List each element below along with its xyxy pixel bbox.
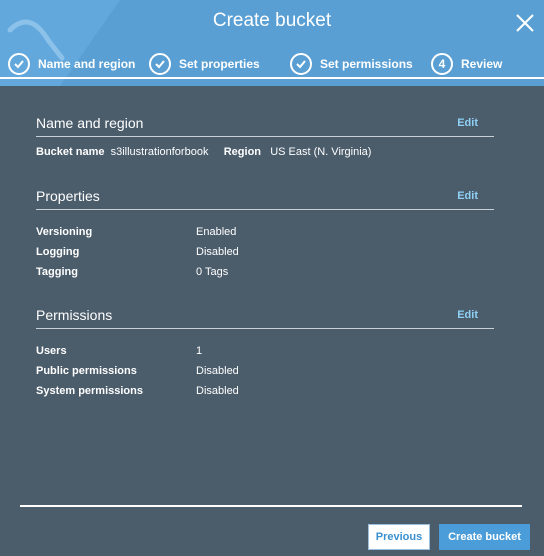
properties-section: Properties Edit Versioning Enabled Loggi… (36, 188, 494, 282)
section-title: Name and region (36, 115, 144, 131)
edit-name-region-link[interactable]: Edit (457, 117, 478, 129)
permission-key: Users (36, 345, 67, 357)
region-value: US East (N. Virginia) (270, 146, 372, 158)
permission-value: Disabled (196, 365, 239, 377)
property-value: Disabled (196, 246, 239, 258)
step-review[interactable]: 4 Review (431, 50, 502, 78)
property-key: Tagging (36, 266, 78, 278)
step-label: Name and region (38, 57, 136, 71)
section-header: Properties Edit (36, 188, 494, 210)
create-bucket-button[interactable]: Create bucket (439, 524, 530, 550)
step-label: Set permissions (320, 57, 413, 71)
dialog-header: Create bucket Name and region Set proper… (0, 0, 544, 86)
footer-divider (20, 505, 522, 507)
step-label: Review (461, 57, 503, 71)
section-title: Properties (36, 188, 100, 204)
step-set-permissions[interactable]: Set permissions (290, 50, 413, 78)
check-icon (290, 53, 312, 75)
edit-permissions-link[interactable]: Edit (457, 309, 478, 321)
step-label: Set properties (179, 57, 260, 71)
property-key: Logging (36, 246, 80, 258)
property-key: Versioning (36, 226, 93, 238)
check-icon (149, 53, 171, 75)
permission-row: Users 1 (36, 341, 494, 361)
permission-value: 1 (196, 345, 203, 357)
permission-key: Public permissions (36, 365, 137, 377)
property-value: 0 Tags (196, 266, 229, 278)
step-number: 4 (431, 53, 453, 75)
permission-value: Disabled (196, 385, 239, 397)
wizard-steps: Name and region Set properties Set permi… (0, 50, 544, 78)
bucket-info-row: Bucket name s3illustrationforbook Region… (36, 146, 371, 158)
step-set-properties[interactable]: Set properties (149, 50, 260, 78)
previous-button[interactable]: Previous (368, 524, 430, 550)
bucket-name-label: Bucket name (36, 146, 105, 158)
close-icon[interactable] (514, 12, 536, 34)
property-row: Logging Disabled (36, 242, 494, 262)
step-progress-line (0, 77, 544, 79)
property-row: Tagging 0 Tags (36, 262, 494, 282)
permission-row: System permissions Disabled (36, 381, 494, 401)
permissions-section: Permissions Edit Users 1 Public permissi… (36, 307, 494, 401)
edit-properties-link[interactable]: Edit (457, 190, 478, 202)
property-value: Enabled (196, 226, 237, 238)
section-title: Permissions (36, 307, 113, 323)
dialog-title: Create bucket (212, 10, 332, 31)
section-header: Name and region Edit (36, 115, 494, 137)
check-icon (8, 53, 30, 75)
permission-row: Public permissions Disabled (36, 361, 494, 381)
name-region-section: Name and region Edit (36, 115, 494, 137)
region-label: Region (223, 146, 262, 158)
step-name-and-region[interactable]: Name and region (8, 50, 135, 78)
permission-key: System permissions (36, 385, 143, 397)
section-header: Permissions Edit (36, 307, 494, 329)
bucket-name-value: s3illustrationforbook (110, 146, 209, 158)
property-row: Versioning Enabled (36, 222, 494, 242)
